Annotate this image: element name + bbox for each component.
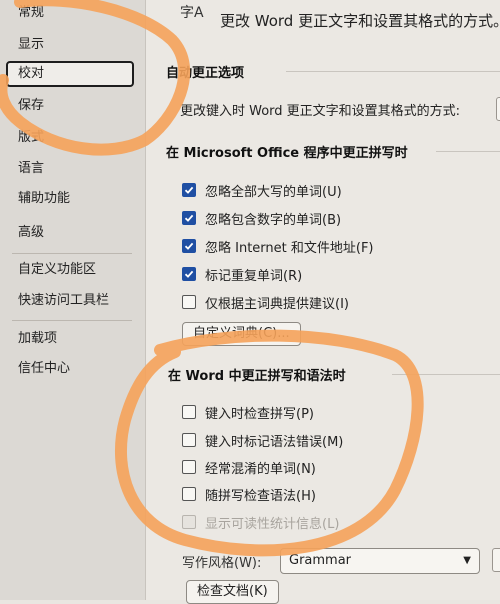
sidebar-item-layout[interactable]: 版式	[6, 125, 134, 151]
sidebar-item-save[interactable]: 保存	[6, 93, 134, 119]
option-check-spelling-as-you-type[interactable]: 键入时检查拼写(P)	[182, 401, 314, 423]
option-label: 忽略全部大写的单词(U)	[205, 184, 342, 200]
sidebar-item-addins[interactable]: 加载项	[6, 326, 134, 352]
sidebar-item-accessibility[interactable]: 辅助功能	[6, 186, 134, 212]
section-divider	[392, 374, 500, 375]
option-label: 显示可读性统计信息(L)	[205, 516, 340, 532]
option-label: 键入时标记语法错误(M)	[205, 434, 344, 450]
chevron-down-icon: ▼	[463, 555, 471, 566]
sidebar-item-quick-access-toolbar[interactable]: 快速访问工具栏	[6, 288, 134, 314]
sidebar-item-advanced[interactable]: 高级	[6, 220, 134, 246]
option-check-grammar-with-spelling[interactable]: 随拼写检查语法(H)	[182, 483, 316, 505]
writing-style-select[interactable]: Grammar ▼	[280, 548, 480, 574]
option-frequently-confused-words[interactable]: 经常混淆的单词(N)	[182, 456, 316, 478]
option-ignore-uppercase[interactable]: 忽略全部大写的单词(U)	[182, 179, 342, 201]
page-title: 更改 Word 更正文字和设置其格式的方式。	[220, 12, 500, 30]
option-label: 标记重复单词(R)	[205, 268, 303, 284]
sidebar-item-general[interactable]: 常规	[6, 0, 134, 26]
checkbox-check-spelling-as-you-type[interactable]	[182, 405, 196, 419]
proofing-abc-icon: 字A	[180, 5, 204, 21]
sidebar-item-trust-center[interactable]: 信任中心	[6, 356, 134, 382]
writing-style-settings-button[interactable]	[492, 548, 500, 572]
recheck-document-button[interactable]: 检查文档(K)	[186, 580, 279, 604]
option-main-dictionary-only[interactable]: 仅根据主词典提供建议(I)	[182, 291, 349, 313]
sidebar: 常规 显示 校对 保存 版式 语言 辅助功能 高级 自定义功能区 快速访问工具栏…	[0, 0, 146, 600]
checkbox-frequently-confused-words[interactable]	[182, 460, 196, 474]
sidebar-item-display[interactable]: 显示	[6, 32, 134, 58]
sidebar-item-customize-ribbon[interactable]: 自定义功能区	[6, 257, 134, 283]
section-heading-autocorrect: 自动更正选项	[166, 66, 245, 81]
option-flag-repeated-words[interactable]: 标记重复单词(R)	[182, 263, 302, 285]
checkbox-ignore-uppercase[interactable]	[182, 183, 196, 197]
section-divider	[286, 71, 500, 72]
sidebar-divider	[12, 320, 132, 321]
sidebar-item-language[interactable]: 语言	[6, 156, 134, 182]
option-label: 经常混淆的单词(N)	[205, 461, 316, 477]
autocorrect-description: 更改键入时 Word 更正文字和设置其格式的方式:	[180, 104, 461, 119]
checkbox-main-dictionary-only[interactable]	[182, 295, 196, 309]
checkbox-ignore-internet-addresses[interactable]	[182, 239, 196, 253]
option-ignore-numbers[interactable]: 忽略包含数字的单词(B)	[182, 207, 341, 229]
option-show-readability-statistics: 显示可读性统计信息(L)	[182, 511, 339, 533]
option-mark-grammar-errors[interactable]: 键入时标记语法错误(M)	[182, 429, 343, 451]
option-label: 随拼写检查语法(H)	[205, 488, 316, 504]
option-ignore-internet-addresses[interactable]: 忽略 Internet 和文件地址(F)	[182, 235, 374, 257]
sidebar-divider	[12, 253, 132, 254]
option-label: 忽略 Internet 和文件地址(F)	[205, 240, 374, 256]
options-main-panel: 字A 更改 Word 更正文字和设置其格式的方式。 自动更正选项 更改键入时 W…	[146, 0, 500, 604]
checkbox-mark-grammar-errors[interactable]	[182, 433, 196, 447]
checkbox-flag-repeated-words[interactable]	[182, 267, 196, 281]
checkbox-ignore-numbers[interactable]	[182, 211, 196, 225]
sidebar-item-proofing[interactable]: 校对	[6, 61, 134, 87]
writing-style-value: Grammar	[289, 553, 352, 568]
section-heading-word-spelling-grammar: 在 Word 中更正拼写和语法时	[168, 369, 346, 384]
autocorrect-options-button[interactable]	[496, 97, 500, 121]
option-label: 仅根据主词典提供建议(I)	[205, 296, 349, 312]
checkbox-show-readability-statistics	[182, 515, 196, 529]
option-label: 忽略包含数字的单词(B)	[205, 212, 342, 228]
option-label: 键入时检查拼写(P)	[205, 406, 314, 422]
checkbox-check-grammar-with-spelling[interactable]	[182, 487, 196, 501]
custom-dictionaries-button[interactable]: 自定义词典(C)...	[182, 322, 301, 346]
writing-style-label: 写作风格(W):	[182, 556, 262, 571]
section-heading-office-spelling: 在 Microsoft Office 程序中更正拼写时	[166, 146, 408, 161]
section-divider	[436, 151, 500, 152]
